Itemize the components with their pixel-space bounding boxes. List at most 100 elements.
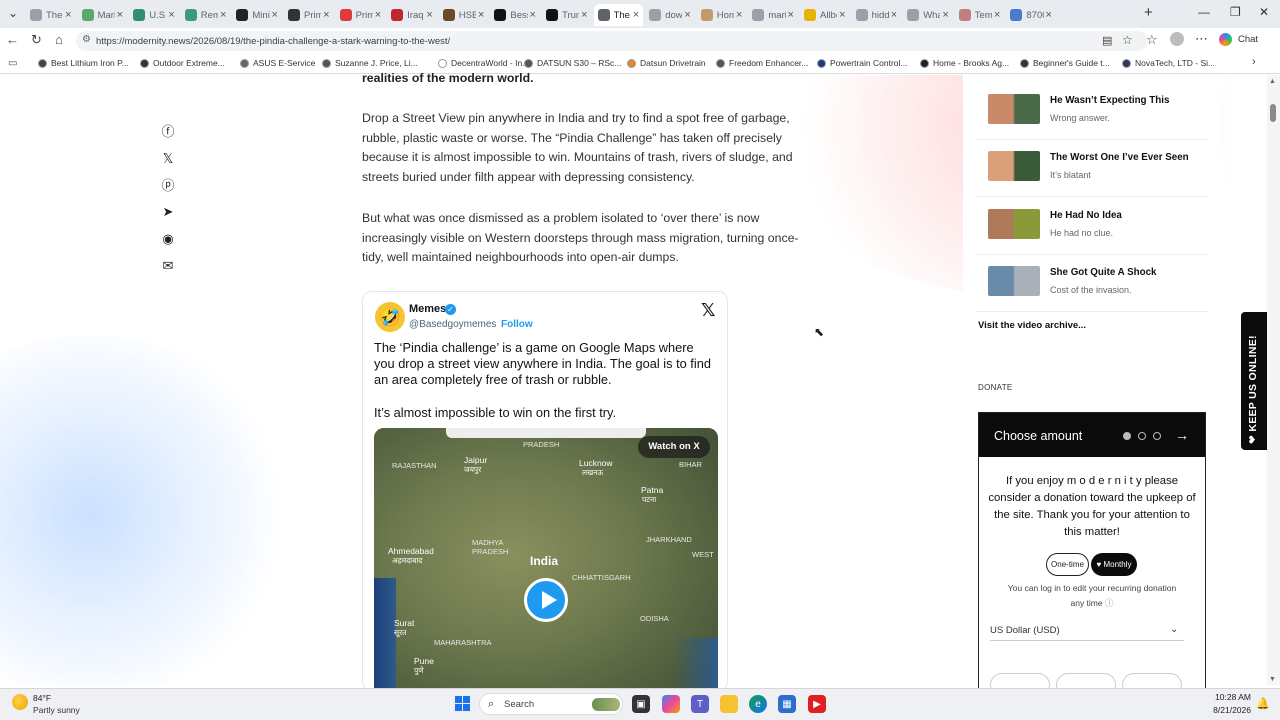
reddit-share-icon[interactable]: ◉ [160,231,176,247]
bookmark-8[interactable]: Powertrain Control... [817,58,907,68]
scroll-down-arrow-icon[interactable]: ▼ [1269,676,1276,683]
pinterest-share-icon[interactable]: ⓟ [160,178,176,194]
tab-6[interactable]: Prim × [336,4,386,26]
store-icon[interactable]: ▦ [778,695,796,713]
bookmark-10[interactable]: Beginner's Guide t... [1020,58,1110,68]
x-logo-icon[interactable]: 𝕏 [701,300,716,321]
favorites-icon[interactable]: ☆ [1146,32,1158,48]
tab-17[interactable]: Wha × [903,4,953,26]
video-archive-link[interactable]: Visit the video archive... [978,320,1086,331]
tab-5[interactable]: Prim × [284,4,334,26]
bookmark-9[interactable]: Home - Brooks Ag... [920,58,1009,68]
tab-close-icon[interactable]: × [736,9,742,21]
telegram-share-icon[interactable]: ➤ [160,204,176,220]
tab-16[interactable]: hidd × [852,4,902,26]
facebook-share-icon[interactable]: ⓕ [160,124,176,140]
chevron-down-icon[interactable]: ⌄ [1170,624,1178,635]
video-title[interactable]: The Worst One I’ve Ever Seen [1050,152,1189,163]
currency-select[interactable]: US Dollar (USD) [990,625,1184,641]
tweet-video[interactable]: Watch on X PRADESH RAJASTHAN Jaipur जयपु… [374,428,718,712]
tab-close-icon[interactable]: × [375,9,381,21]
tab-close-icon[interactable]: × [839,9,845,21]
reader-mode-icon[interactable]: ▤ [1102,34,1112,47]
tab-15[interactable]: Allbe× [800,4,850,26]
video-title[interactable]: She Got Quite A Shock [1050,267,1157,278]
one-time-button[interactable]: One-time [1046,553,1089,576]
video-title[interactable]: He Wasn’t Expecting This [1050,95,1169,106]
tab-search-chevron-icon[interactable]: ⌄ [8,6,18,20]
tab-close-icon[interactable]: × [1046,9,1052,21]
tab-close-icon[interactable]: × [581,9,587,21]
back-icon[interactable]: ← [6,32,19,47]
tab-1[interactable]: Mari × [78,4,128,26]
bookmark-4[interactable]: DecentraWorld - In... [438,58,529,68]
weather-icon[interactable] [12,694,28,710]
tab-4[interactable]: Mini × [232,4,282,26]
tab-13[interactable]: Hom × [697,4,747,26]
tab-close-icon[interactable]: × [117,9,123,21]
tab-close-icon[interactable]: × [168,9,174,21]
youtube-icon[interactable]: ▶ [808,695,826,713]
copilot-taskbar-icon[interactable] [662,695,680,713]
tweet-embed[interactable]: 🤣 Memes ✓ @Basedgoymemes Follow 𝕏 The ‘P… [362,291,728,712]
bookmark-0[interactable]: Best Lithium Iron P... [38,58,129,68]
tab-close-icon[interactable]: × [530,9,536,21]
tab-2[interactable]: U.S. I× [129,4,179,26]
tab-14[interactable]: mari × [748,4,798,26]
bookmark-5[interactable]: DATSUN S30 – RSc... [524,58,621,68]
video-thumbnail[interactable] [988,266,1040,296]
video-thumbnail[interactable] [988,151,1040,181]
tweet-avatar[interactable]: 🤣 [375,302,405,332]
tab-8[interactable]: HSBC× [439,4,489,26]
notification-icon[interactable]: 🔔 [1256,697,1270,710]
teams-icon[interactable]: T [691,695,709,713]
bookmark-1[interactable]: Outdoor Extreme... [140,58,225,68]
video-thumbnail[interactable] [988,94,1040,124]
new-tab-button[interactable]: + [1144,4,1153,21]
tab-0[interactable]: The I× [26,4,76,26]
weather-temp[interactable]: 84°F [33,693,51,703]
tab-close-icon[interactable]: × [942,9,948,21]
help-icon[interactable]: ⓘ [1105,598,1114,608]
scrollbar-track[interactable] [1267,75,1280,685]
bookmark-3[interactable]: Suzanne J. Price, Li... [322,58,418,68]
tab-close-icon[interactable]: × [633,9,639,21]
tweet-author-name[interactable]: Memes [409,303,446,315]
restore-icon[interactable]: ❐ [1230,5,1241,19]
profile-avatar[interactable] [1170,32,1184,46]
site-info-icon[interactable]: ⚙ [82,34,91,45]
scrollbar-thumb[interactable] [1270,104,1276,122]
tab-7[interactable]: Iraqi × [387,4,437,26]
tab-close-icon[interactable]: × [788,9,794,21]
play-button[interactable] [524,578,568,622]
address-bar[interactable]: ⚙ https://modernity.news/2026/08/19/the-… [76,31,1148,51]
task-view-icon[interactable]: ▣ [632,695,650,713]
tab-close-icon[interactable]: × [323,9,329,21]
tab-3[interactable]: Rem × [181,4,231,26]
tab-9[interactable]: Bessi× [490,4,540,26]
bookmark-11[interactable]: NovaTech, LTD - Si... [1122,58,1215,68]
copilot-icon[interactable] [1219,33,1232,46]
video-thumbnail[interactable] [988,209,1040,239]
tweet-handle[interactable]: @Basedgoymemes [409,319,496,330]
favorite-star-icon[interactable]: ☆ [1122,33,1133,47]
scroll-up-arrow-icon[interactable]: ▲ [1269,78,1276,85]
watch-on-x-button[interactable]: Watch on X [638,436,710,458]
bookmark-2[interactable]: ASUS E-Service [240,58,315,68]
weather-desc[interactable]: Partly sunny [33,705,80,715]
tab-close-icon[interactable]: × [478,9,484,21]
tab-close-icon[interactable]: × [684,9,690,21]
bookmarks-folder-icon[interactable]: ▭ [8,58,17,69]
reload-icon[interactable]: ↻ [31,32,42,48]
monthly-button[interactable]: ♥ Monthly [1091,553,1137,576]
home-icon[interactable]: ⌂ [55,32,63,47]
minimize-icon[interactable]: — [1198,5,1210,19]
tab-19[interactable]: 8700× [1006,4,1056,26]
email-share-icon[interactable]: ✉ [160,258,176,274]
taskbar-search[interactable]: ⌕ Search [479,693,623,715]
more-menu-icon[interactable]: ⋯ [1195,31,1208,47]
tab-10[interactable]: Trum× [542,4,592,26]
video-title[interactable]: He Had No Idea [1050,210,1122,221]
start-button[interactable] [455,696,470,711]
bookmarks-overflow-icon[interactable]: › [1252,56,1256,68]
